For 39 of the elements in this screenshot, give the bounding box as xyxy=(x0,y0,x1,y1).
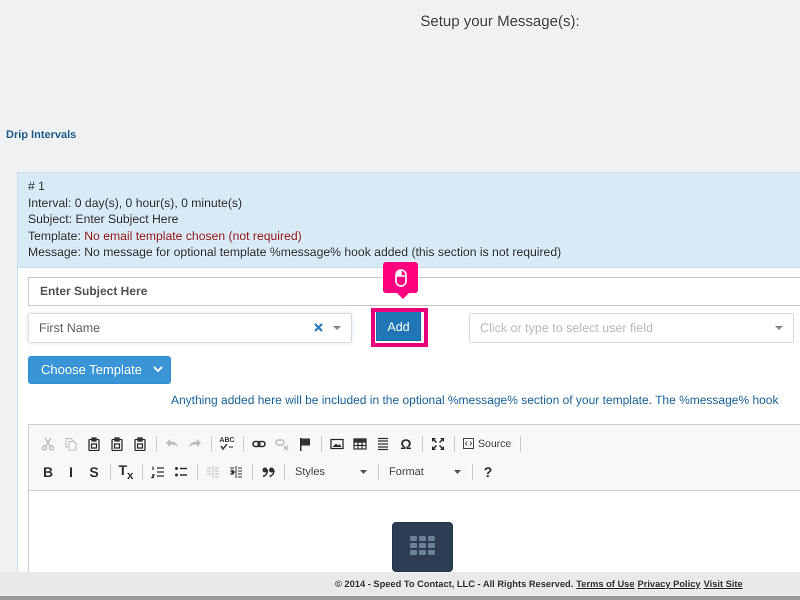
summary-line: Template: No email template chosen (not required) xyxy=(28,228,303,244)
toolbar-button[interactable]: ? xyxy=(477,460,499,483)
mouse-icon xyxy=(394,268,406,287)
summary-line: Subject: Enter Subject Here xyxy=(28,211,180,228)
toolbar-button[interactable]: Ω xyxy=(395,432,417,455)
check-icon xyxy=(220,444,234,450)
chevron-icon xyxy=(153,366,163,374)
add-button[interactable]: Add xyxy=(376,312,422,342)
toolbar-dropdown[interactable]: Format xyxy=(383,460,467,483)
message-number: # 1 xyxy=(28,178,46,195)
footer-link[interactable]: Terms of Use xyxy=(576,579,635,589)
subject-field[interactable]: Enter Subject Here xyxy=(28,276,800,306)
summary-value: Enter Subject Here xyxy=(75,212,178,226)
help-text: Anything added here will be included in the optional %message% section of your template. The %message% hook xyxy=(171,392,780,407)
code-icon xyxy=(463,438,474,450)
page-title: Setup your Message(s): xyxy=(419,13,581,30)
toolbar-button[interactable]: I xyxy=(60,460,82,483)
toolbar-dropdown[interactable]: Styles xyxy=(289,460,373,483)
toolbar-button[interactable]: S xyxy=(83,460,105,483)
source-button[interactable]: Source xyxy=(459,432,516,455)
copyright-text: © 2014 - Speed To Contact, LLC - All Rights Reserved. xyxy=(335,579,574,589)
warning-text: No email template chosen (not required) xyxy=(84,228,302,243)
summary-line: Message: No message for optional template %message% hook added (this section is not required) xyxy=(28,244,562,261)
toolbar-button[interactable]: B xyxy=(37,460,59,483)
toolbar-button[interactable]: T$_{x}$ xyxy=(115,460,137,483)
footer-link[interactable]: Privacy Policy xyxy=(638,579,701,589)
merge-field-select[interactable]: First Name xyxy=(28,312,352,343)
caret-icon xyxy=(775,326,783,330)
caret-icon xyxy=(360,470,367,474)
launcher-button[interactable] xyxy=(392,522,453,572)
summary-value: No message for optional template %message% hook added (this section is not required) xyxy=(84,245,562,260)
caret-icon xyxy=(454,470,461,474)
footer-link[interactable]: Visit Site xyxy=(704,579,743,589)
caret-icon xyxy=(333,326,341,330)
summary-line: Interval: 0 day(s), 0 hour(s), 0 minute(s) xyxy=(28,194,244,212)
clear-icon[interactable] xyxy=(314,323,323,332)
section-title: Drip Intervals xyxy=(6,129,78,141)
summary-value: 0 day(s), 0 hour(s), 0 minute(s) xyxy=(74,196,242,210)
grid-icon xyxy=(410,536,436,556)
